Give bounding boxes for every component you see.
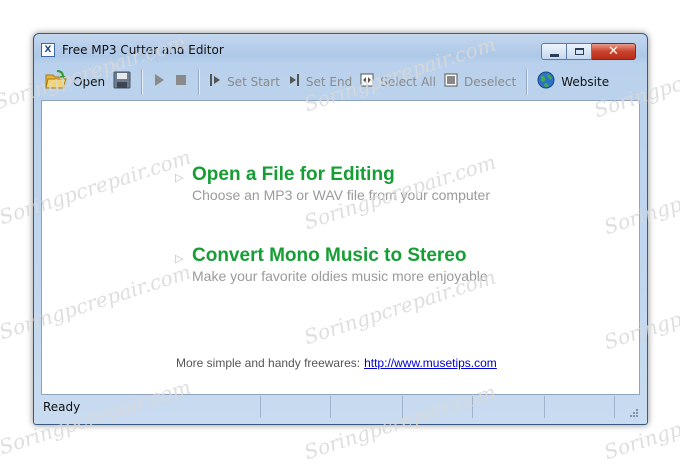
website-button[interactable]: Website: [533, 69, 613, 95]
status-bar: Ready: [41, 396, 640, 418]
app-window: X Free MP3 Cutter and Editor ✕ Open Set …: [33, 33, 648, 425]
toolbar-separator: [526, 68, 528, 95]
musetips-link[interactable]: http://www.musetips.com: [364, 356, 497, 370]
minimize-button[interactable]: [541, 43, 567, 60]
task-title[interactable]: Open a File for Editing: [192, 164, 490, 186]
resize-grip-icon[interactable]: [628, 406, 638, 417]
start-page: ▷ Open a File for Editing Choose an MP3 …: [41, 100, 640, 395]
title-bar[interactable]: X Free MP3 Cutter and Editor ✕: [34, 34, 647, 64]
select-all-button[interactable]: Select All: [356, 69, 440, 95]
close-button[interactable]: ✕: [592, 43, 636, 60]
open-label: Open: [73, 74, 106, 89]
stop-icon: [174, 73, 188, 90]
task-open-file[interactable]: ▷ Open a File for Editing Choose an MP3 …: [175, 164, 490, 203]
task-title[interactable]: Convert Mono Music to Stereo: [192, 245, 488, 267]
chevron-right-icon: ▷: [175, 171, 184, 184]
minimize-icon: [549, 53, 559, 57]
task-convert-mono[interactable]: ▷ Convert Mono Music to Stereo Make your…: [175, 245, 488, 284]
set-end-button[interactable]: Set End: [284, 69, 356, 95]
play-button[interactable]: [148, 69, 170, 95]
status-panel: [403, 396, 473, 418]
window-title: Free MP3 Cutter and Editor: [62, 43, 224, 57]
freeware-note: More simple and handy freewares: http://w…: [176, 356, 497, 370]
maximize-button[interactable]: [567, 43, 592, 60]
stop-button[interactable]: [170, 69, 192, 95]
deselect-icon: [444, 73, 458, 90]
app-icon[interactable]: X: [41, 43, 55, 57]
select-all-label: Select All: [380, 74, 436, 89]
close-icon: ✕: [608, 44, 619, 59]
deselect-label: Deselect: [463, 74, 517, 89]
set-start-label: Set Start: [227, 74, 280, 89]
status-panel: [545, 396, 615, 418]
task-subtitle: Make your favorite oldies music more enj…: [192, 268, 488, 284]
maximize-icon: [574, 48, 584, 55]
deselect-button[interactable]: Deselect: [440, 69, 520, 95]
select-all-icon: [360, 73, 374, 90]
task-subtitle: Choose an MP3 or WAV file from your comp…: [192, 187, 490, 203]
toolbar-separator: [141, 68, 143, 95]
play-icon: [152, 73, 166, 90]
freeware-text: More simple and handy freewares:: [176, 356, 361, 370]
status-text: Ready: [41, 396, 261, 418]
open-button[interactable]: Open: [41, 69, 109, 95]
save-disk-icon: [113, 71, 131, 92]
status-panel: [261, 396, 331, 418]
status-panel: [331, 396, 403, 418]
open-folder-icon: [45, 70, 67, 93]
set-end-label: Set End: [305, 74, 353, 89]
toolbar-separator: [198, 68, 200, 95]
set-start-button[interactable]: Set Start: [205, 69, 284, 95]
globe-icon: [537, 71, 555, 92]
chevron-right-icon: ▷: [175, 252, 184, 265]
website-label: Website: [561, 74, 610, 89]
save-button[interactable]: [109, 69, 135, 95]
status-panel: [473, 396, 545, 418]
toolbar: Open Set Start Set End Select All Desele…: [41, 64, 640, 99]
set-end-icon: [288, 73, 300, 90]
set-start-icon: [209, 73, 221, 90]
